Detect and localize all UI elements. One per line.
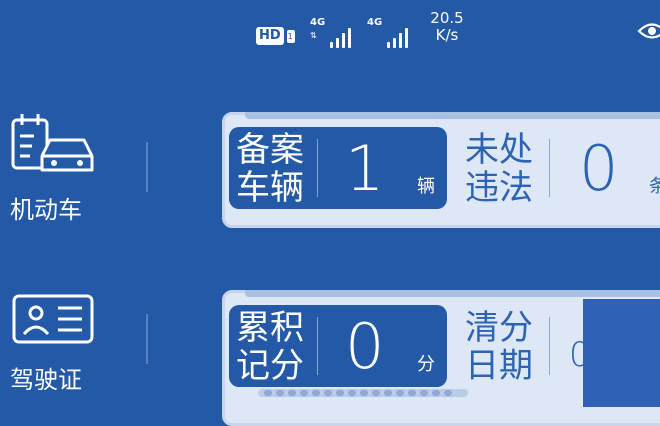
hd-voice-badge: HD 1	[256, 27, 295, 45]
calendar-car-icon	[11, 114, 94, 172]
id-card-icon	[12, 294, 94, 344]
vehicle-label: 机动车	[10, 196, 82, 224]
violations-title-line2: 违法	[465, 168, 533, 208]
redacted-box	[583, 299, 660, 407]
points-count: 0	[345, 310, 385, 383]
clear-date-title-line1: 清分	[465, 308, 533, 348]
clear-date-title-line2: 日期	[465, 346, 533, 386]
license-label: 驾驶证	[10, 366, 82, 394]
violation-count[interactable]: 0	[579, 137, 618, 201]
registered-vehicles-block[interactable]: 备案 车辆 1 辆	[229, 127, 447, 209]
data-arrows-icon: ⇅	[310, 31, 317, 40]
divider	[146, 142, 148, 192]
points-block[interactable]: 累积 记分 0 分	[229, 305, 447, 387]
divider	[146, 314, 148, 364]
violations-title-line1: 未处	[465, 130, 533, 170]
speed-unit: K/s	[435, 26, 459, 44]
registered-vehicle-unit: 辆	[417, 176, 435, 197]
points-title-line2: 记分	[236, 346, 304, 386]
registered-vehicle-count: 1	[345, 132, 385, 205]
status-bar: HD 1 4G ⇅ 4G 20.5 K/s	[0, 0, 660, 60]
network-speed: 20.5 K/s	[425, 10, 469, 44]
eye-icon	[637, 23, 660, 39]
hd-sim-slot: 1	[286, 29, 295, 43]
hd-label: HD	[256, 27, 284, 45]
vehicle-info-card[interactable]: 备案 车辆 1 辆 未处 违法 0 条	[222, 112, 660, 228]
signal-icon-2: 4G	[367, 14, 413, 50]
points-title-line1: 累积	[236, 308, 304, 348]
license-section[interactable]: 驾驶证 累积 记分 0 分 清分 日期 0	[0, 262, 660, 426]
progress-indicator	[258, 389, 468, 397]
speed-value: 20.5	[430, 9, 464, 27]
violation-unit: 条	[649, 176, 660, 197]
network-type-1: 4G	[310, 17, 326, 28]
vehicle-section[interactable]: 机动车 备案 车辆 1 辆 未处 违法 0 条	[0, 92, 660, 244]
network-type-2: 4G	[367, 17, 383, 28]
registered-title-line1: 备案	[236, 130, 304, 170]
signal-icon-1: 4G ⇅	[310, 14, 356, 50]
points-unit: 分	[417, 354, 435, 375]
registered-title-line2: 车辆	[236, 168, 304, 208]
